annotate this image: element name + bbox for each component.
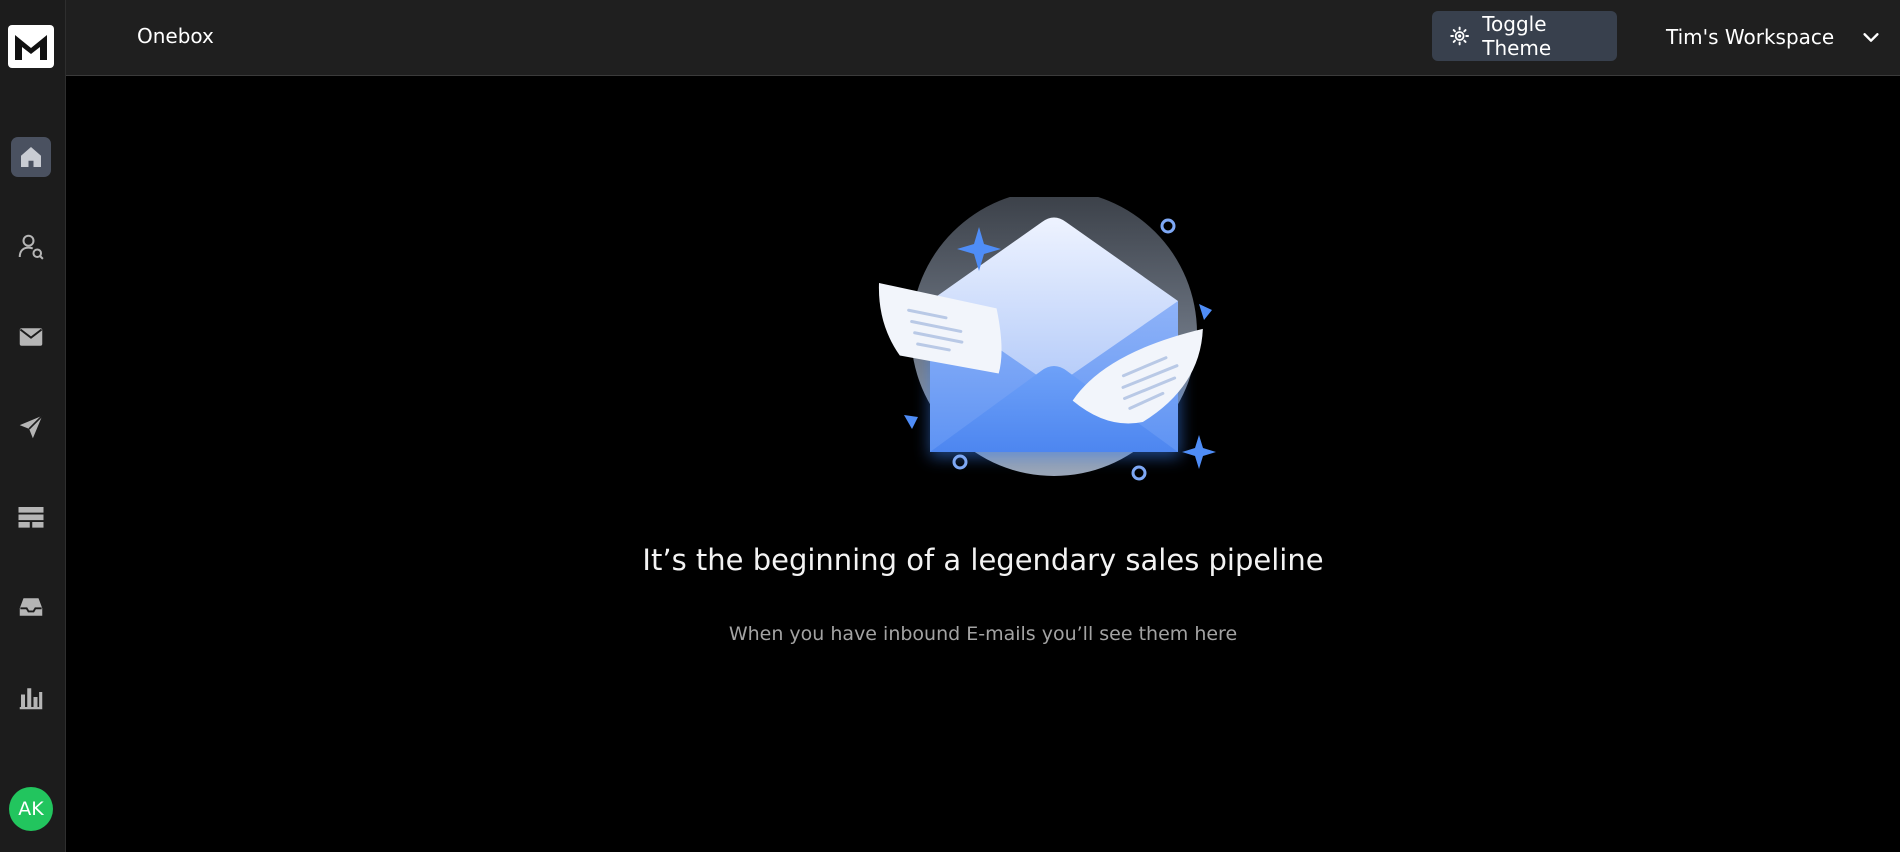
workspace-name: Tim's Workspace [1666,25,1835,49]
empty-state-headline: It’s the beginning of a legendary sales … [642,543,1324,577]
open-envelope-illustration [878,197,1216,481]
workspace-selector[interactable]: Tim's Workspace [1666,14,1882,60]
sidebar-item-lists[interactable] [11,497,51,537]
user-avatar[interactable]: AK [9,787,53,831]
mail-icon [19,328,43,346]
sidebar-item-onebox[interactable] [11,587,51,627]
sidebar-item-analytics[interactable] [11,677,51,717]
top-bar: Onebox Toggle Theme Tim's Workspace [66,0,1900,76]
bar-chart-icon [19,688,43,710]
send-icon [19,415,43,439]
toggle-theme-label: Toggle Theme [1482,12,1552,60]
sidebar-item-lead-search[interactable] [11,227,51,267]
inbox-icon [19,598,43,616]
sidebar-item-campaigns[interactable] [11,407,51,447]
empty-state-subtext: When you have inbound E-mails you’ll see… [728,623,1238,645]
table-icon [18,507,44,528]
avatar-initials: AK [18,798,44,820]
app-logo[interactable] [8,25,54,68]
sidebar-item-email-accounts[interactable] [11,317,51,357]
sidebar-item-home[interactable] [11,137,51,177]
sidebar: AK [0,0,66,852]
onebox-main: It’s the beginning of a legendary sales … [66,77,1900,852]
sun-icon [1450,26,1469,46]
toggle-theme-button[interactable]: Toggle Theme [1432,11,1617,61]
chevron-down-icon [1863,33,1879,42]
user-search-icon [18,234,44,260]
page-title: Onebox [137,24,214,48]
home-icon [21,147,41,167]
logo-m-icon [15,34,47,60]
